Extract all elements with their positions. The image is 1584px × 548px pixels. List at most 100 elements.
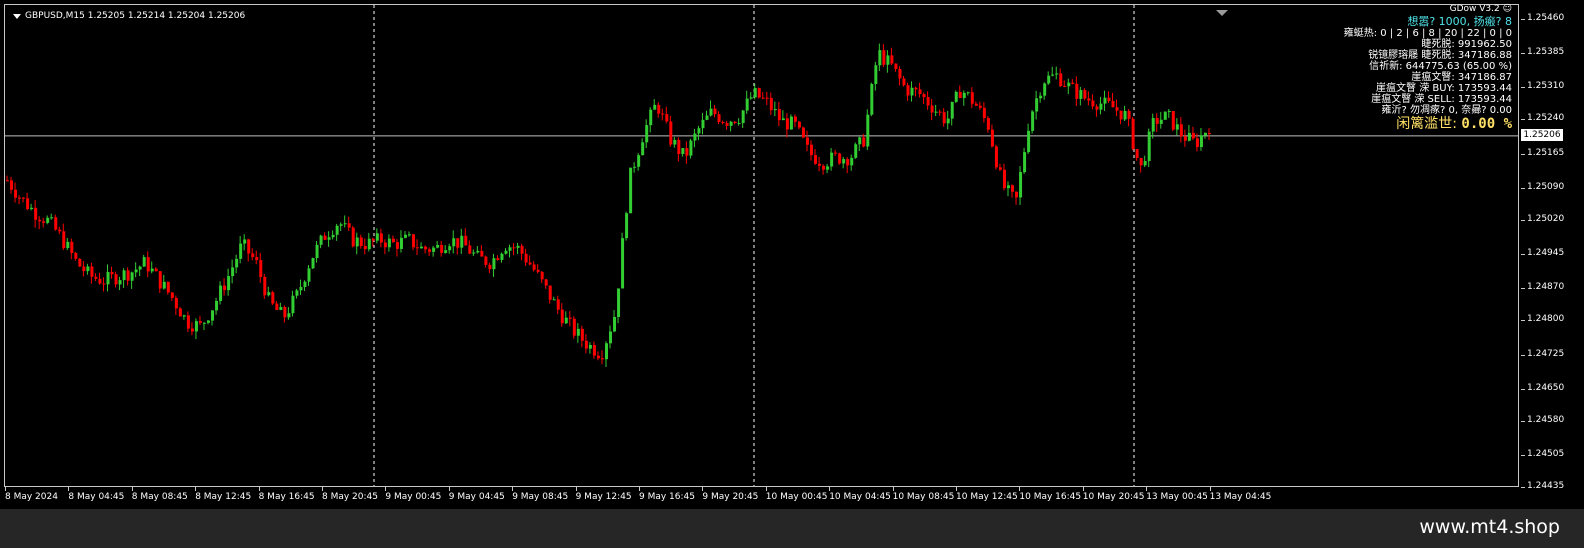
candle-body <box>1203 132 1207 136</box>
candle-body <box>649 109 653 126</box>
candle-body <box>930 105 934 113</box>
candle-body <box>58 229 62 232</box>
candle-body <box>1127 111 1131 119</box>
candle-body <box>98 278 102 284</box>
candle-body <box>805 137 809 145</box>
candle-body <box>1167 111 1171 113</box>
x-axis-label: 9 May 12:45 <box>575 492 632 502</box>
y-axis-tick <box>1521 119 1525 121</box>
candle-body <box>938 111 942 113</box>
y-axis-tick <box>1521 18 1525 20</box>
indicator-title: GDow V3.2 <box>1449 4 1500 14</box>
symbol-text: GBPUSD,M15 1.25205 1.25214 1.25204 1.252… <box>25 11 246 21</box>
candle-body <box>158 271 162 289</box>
candle-body <box>30 207 34 210</box>
candle-body <box>106 272 110 285</box>
candle-body <box>580 328 584 341</box>
candle-body <box>263 276 267 296</box>
candle-body <box>934 111 938 113</box>
x-axis-tick <box>1019 487 1021 491</box>
candle-body <box>524 253 528 263</box>
candle-body <box>1087 98 1091 101</box>
candle-body <box>387 238 391 248</box>
chart-area[interactable]: GBPUSD,M15 1.25205 1.25214 1.25204 1.252… <box>4 4 1519 487</box>
candle-body <box>910 87 914 96</box>
candle-body <box>536 269 540 272</box>
candle-body <box>1006 185 1010 189</box>
candle-body <box>757 88 761 98</box>
candle-body <box>625 213 629 239</box>
price-axis[interactable]: 1.25460 1.25385 1.25310 1.25240 1.25165 1.250… <box>1521 0 1584 491</box>
candle-body <box>1171 111 1175 130</box>
dropdown-triangle-icon[interactable] <box>13 13 21 19</box>
candle-body <box>998 167 1002 170</box>
candle-body <box>122 270 126 281</box>
symbol-info[interactable]: GBPUSD,M15 1.25205 1.25214 1.25204 1.252… <box>13 11 245 21</box>
x-axis-tick <box>702 487 704 491</box>
candle-body <box>223 285 227 291</box>
candle-body <box>295 290 299 296</box>
y-axis-tick <box>1521 388 1525 390</box>
price-chart[interactable] <box>5 5 1518 486</box>
candle-body <box>705 115 709 120</box>
candle-body <box>629 167 633 214</box>
candle-body <box>713 108 717 115</box>
candle-body <box>814 155 818 164</box>
candle-body <box>962 92 966 98</box>
y-axis-tick <box>1521 187 1525 189</box>
candle-body <box>613 316 617 332</box>
candle-body <box>202 322 206 324</box>
candle-body <box>166 281 170 293</box>
candle-body <box>954 91 958 102</box>
candle-body <box>267 292 271 296</box>
x-axis-tick <box>512 487 514 491</box>
candle-body <box>190 328 194 332</box>
x-axis-tick <box>1082 487 1084 491</box>
candle-body <box>315 244 319 259</box>
candle-body <box>801 127 805 138</box>
x-axis-tick <box>1209 487 1211 491</box>
y-axis-label: 1.24945 <box>1527 248 1565 259</box>
current-price-label: 1.25206 <box>1521 128 1563 141</box>
y-axis-label: 1.25090 <box>1527 181 1565 192</box>
candle-body <box>657 104 661 114</box>
candle-body <box>946 118 950 124</box>
candle-body <box>1187 132 1191 141</box>
x-axis-tick <box>829 487 831 491</box>
candle-body <box>914 87 918 90</box>
watermark: www.mt4.shop <box>1419 516 1560 538</box>
candle-body <box>283 307 287 318</box>
candle-body <box>1195 138 1199 148</box>
candle-body <box>653 104 657 110</box>
candle-body <box>150 268 154 272</box>
candle-body <box>178 308 182 317</box>
candle-body <box>363 245 367 250</box>
candle-body <box>1179 124 1183 137</box>
candle-body <box>918 89 922 95</box>
candle-body <box>1163 111 1167 120</box>
candle-body <box>34 207 38 220</box>
candle-body <box>1115 107 1119 111</box>
candle-body <box>66 241 70 249</box>
candle-body <box>138 266 142 270</box>
candle-body <box>54 217 58 230</box>
candle-body <box>154 268 158 272</box>
candle-body <box>721 121 725 124</box>
candle-body <box>1183 136 1187 141</box>
chart-shift-marker-icon[interactable] <box>1216 10 1228 16</box>
candle-body <box>572 318 576 336</box>
candle-body <box>1023 152 1027 173</box>
candle-body <box>1123 111 1127 120</box>
x-axis-tick <box>1146 487 1148 491</box>
candle-body <box>592 344 596 356</box>
candle-body <box>70 241 74 253</box>
y-axis-tick <box>1521 487 1525 488</box>
candle-body <box>130 272 134 281</box>
y-axis-tick <box>1521 219 1525 221</box>
candle-body <box>882 50 886 65</box>
x-axis-label: 10 May 04:45 <box>829 492 891 502</box>
y-axis-label: 1.25385 <box>1527 47 1565 58</box>
candle-body <box>10 180 14 190</box>
y-axis-tick <box>1521 354 1525 356</box>
candle-body <box>436 244 440 248</box>
